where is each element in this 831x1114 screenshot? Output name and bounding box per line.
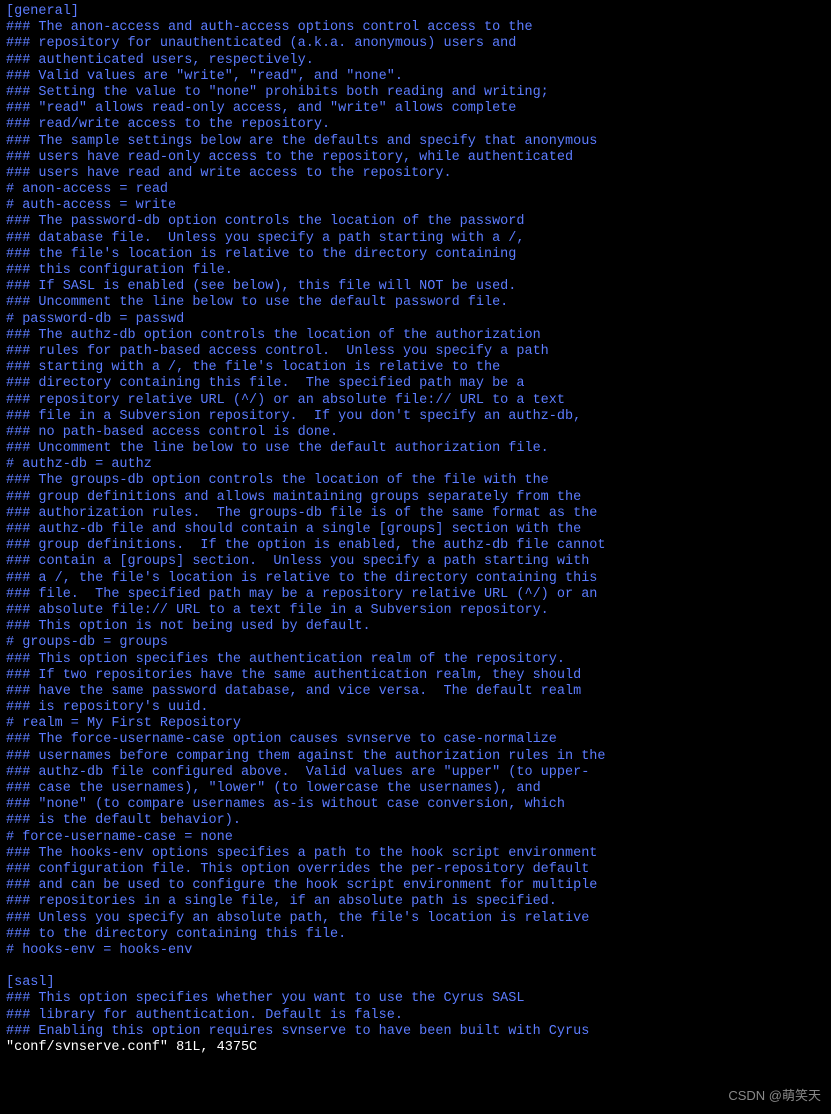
terminal-line: # hooks-env = hooks-env <box>6 943 825 959</box>
terminal-line: ### repositories in a single file, if an… <box>6 894 825 910</box>
terminal-line: ### usernames before comparing them agai… <box>6 749 825 765</box>
terminal-line: ### The groups-db option controls the lo… <box>6 473 825 489</box>
terminal-line <box>6 959 825 975</box>
terminal-line: ### The sample settings below are the de… <box>6 134 825 150</box>
terminal-line: ### a /, the file's location is relative… <box>6 571 825 587</box>
terminal-line: ### Valid values are "write", "read", an… <box>6 69 825 85</box>
terminal-line: ### authorization rules. The groups-db f… <box>6 506 825 522</box>
terminal-line: ### read/write access to the repository. <box>6 117 825 133</box>
terminal-line: ### file in a Subversion repository. If … <box>6 409 825 425</box>
terminal-line: ### contain a [groups] section. Unless y… <box>6 554 825 570</box>
terminal-line: ### file. The specified path may be a re… <box>6 587 825 603</box>
terminal-line: ### this configuration file. <box>6 263 825 279</box>
terminal-line: ### absolute file:// URL to a text file … <box>6 603 825 619</box>
terminal-line: ### Unless you specify an absolute path,… <box>6 911 825 927</box>
terminal-line: ### If SASL is enabled (see below), this… <box>6 279 825 295</box>
terminal-line: ### to the directory containing this fil… <box>6 927 825 943</box>
terminal-line: ### This option specifies whether you wa… <box>6 991 825 1007</box>
terminal-line: ### group definitions and allows maintai… <box>6 490 825 506</box>
terminal-line: [sasl] <box>6 975 825 991</box>
terminal-line: ### database file. Unless you specify a … <box>6 231 825 247</box>
terminal-line: ### This option is not being used by def… <box>6 619 825 635</box>
terminal-line: # auth-access = write <box>6 198 825 214</box>
watermark-label: CSDN @萌笑天 <box>728 1088 821 1104</box>
terminal-line: ### Uncomment the line below to use the … <box>6 295 825 311</box>
terminal-line: ### no path-based access control is done… <box>6 425 825 441</box>
terminal-line: ### the file's location is relative to t… <box>6 247 825 263</box>
terminal-line: ### is the default behavior). <box>6 813 825 829</box>
terminal-line: ### authz-db file and should contain a s… <box>6 522 825 538</box>
terminal-line: ### repository for unauthenticated (a.k.… <box>6 36 825 52</box>
terminal-line: ### Uncomment the line below to use the … <box>6 441 825 457</box>
terminal-line: ### group definitions. If the option is … <box>6 538 825 554</box>
terminal-line: # groups-db = groups <box>6 635 825 651</box>
terminal-line: ### Setting the value to "none" prohibit… <box>6 85 825 101</box>
terminal-line: ### users have read-only access to the r… <box>6 150 825 166</box>
terminal-line: ### The hooks-env options specifies a pa… <box>6 846 825 862</box>
terminal-line: ### The authz-db option controls the loc… <box>6 328 825 344</box>
terminal-line: ### library for authentication. Default … <box>6 1008 825 1024</box>
terminal-line: ### The password-db option controls the … <box>6 214 825 230</box>
terminal-line: ### and can be used to configure the hoo… <box>6 878 825 894</box>
terminal-line: # password-db = passwd <box>6 312 825 328</box>
terminal-line: ### is repository's uuid. <box>6 700 825 716</box>
terminal-line: # authz-db = authz <box>6 457 825 473</box>
terminal-line: ### case the usernames), "lower" (to low… <box>6 781 825 797</box>
terminal-line: ### The anon-access and auth-access opti… <box>6 20 825 36</box>
terminal-line: ### This option specifies the authentica… <box>6 652 825 668</box>
terminal-line: ### directory containing this file. The … <box>6 376 825 392</box>
terminal-line: # anon-access = read <box>6 182 825 198</box>
terminal-line: ### "none" (to compare usernames as-is w… <box>6 797 825 813</box>
terminal-line: ### repository relative URL (^/) or an a… <box>6 393 825 409</box>
terminal-view[interactable]: [general]### The anon-access and auth-ac… <box>6 4 825 1056</box>
terminal-line: ### Enabling this option requires svnser… <box>6 1024 825 1040</box>
terminal-line: ### have the same password database, and… <box>6 684 825 700</box>
terminal-line: ### configuration file. This option over… <box>6 862 825 878</box>
terminal-line: ### starting with a /, the file's locati… <box>6 360 825 376</box>
terminal-line: ### rules for path-based access control.… <box>6 344 825 360</box>
terminal-line: ### authz-db file configured above. Vali… <box>6 765 825 781</box>
terminal-line: ### authenticated users, respectively. <box>6 53 825 69</box>
terminal-line: # force-username-case = none <box>6 830 825 846</box>
terminal-line: ### "read" allows read-only access, and … <box>6 101 825 117</box>
terminal-line: [general] <box>6 4 825 20</box>
terminal-line: # realm = My First Repository <box>6 716 825 732</box>
terminal-line: "conf/svnserve.conf" 81L, 4375C <box>6 1040 825 1056</box>
terminal-line: ### users have read and write access to … <box>6 166 825 182</box>
terminal-line: ### The force-username-case option cause… <box>6 732 825 748</box>
terminal-line: ### If two repositories have the same au… <box>6 668 825 684</box>
